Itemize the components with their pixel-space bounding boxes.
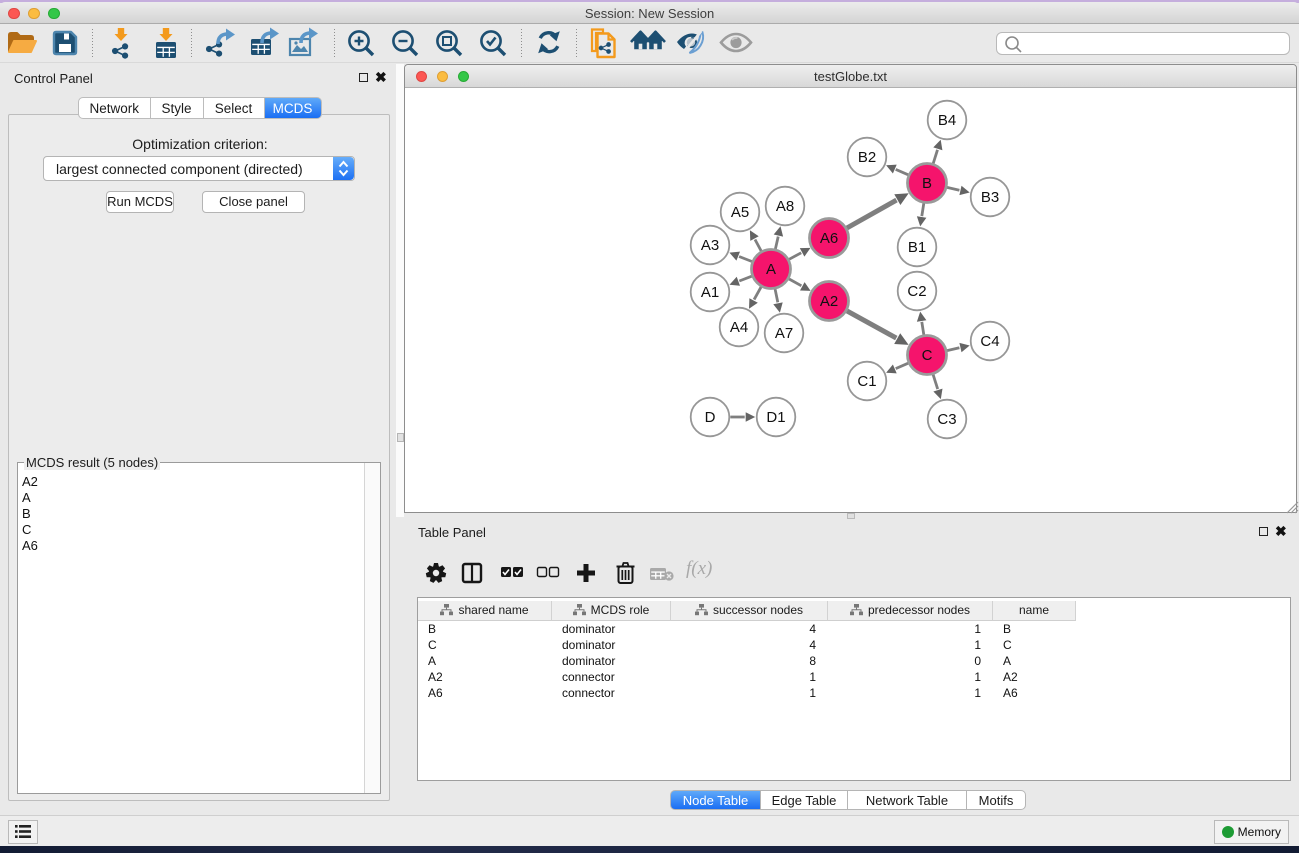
svg-text:B3: B3 [981, 189, 999, 206]
svg-text:A4: A4 [730, 319, 748, 336]
svg-text:A2: A2 [820, 293, 838, 310]
svg-text:B: B [922, 175, 932, 192]
svg-text:A7: A7 [775, 325, 793, 342]
svg-text:C1: C1 [857, 373, 876, 390]
svg-text:C2: C2 [907, 283, 926, 300]
svg-text:B1: B1 [908, 239, 926, 256]
svg-text:A8: A8 [776, 198, 794, 215]
svg-text:D1: D1 [766, 409, 785, 426]
svg-text:D: D [705, 409, 716, 426]
svg-text:C3: C3 [937, 411, 956, 428]
svg-text:A5: A5 [731, 204, 749, 221]
svg-text:B4: B4 [938, 112, 956, 129]
svg-text:C: C [922, 347, 933, 364]
svg-text:A3: A3 [701, 237, 719, 254]
svg-text:A: A [766, 261, 776, 278]
svg-text:A1: A1 [701, 284, 719, 301]
svg-text:A6: A6 [820, 230, 838, 247]
svg-text:B2: B2 [858, 149, 876, 166]
svg-text:C4: C4 [980, 333, 999, 350]
